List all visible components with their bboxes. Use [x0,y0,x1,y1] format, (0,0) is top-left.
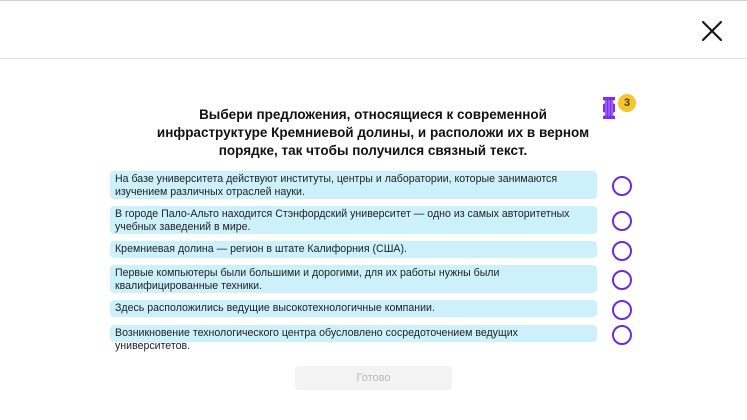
ticket-count-badge: 3 [618,94,636,112]
option-radio[interactable] [612,325,632,345]
task-title: Выбери предложения, относящиеся к соврем… [156,107,590,158]
option-radio[interactable] [612,270,632,290]
close-icon[interactable] [700,19,724,43]
option-radio[interactable] [612,241,632,261]
option-card[interactable]: В городе Пало-Альто находится Стэнфордск… [110,206,597,234]
option-card[interactable]: На базе университета действуют институты… [110,171,597,199]
option-radio[interactable] [612,176,632,196]
option-card[interactable]: Возникновение технологического центра об… [110,325,597,352]
done-button[interactable]: Готово [295,366,452,390]
option-radio[interactable] [612,211,632,231]
option-card[interactable]: Первые компьютеры были большими и дороги… [110,265,597,293]
option-radio[interactable] [612,300,632,320]
top-bar [0,0,747,59]
option-card[interactable]: Кремниевая долина — регион в штате Калиф… [110,241,597,258]
ticket-icon [603,97,615,119]
option-card[interactable]: Здесь расположились ведущие высокотехнол… [110,300,597,317]
